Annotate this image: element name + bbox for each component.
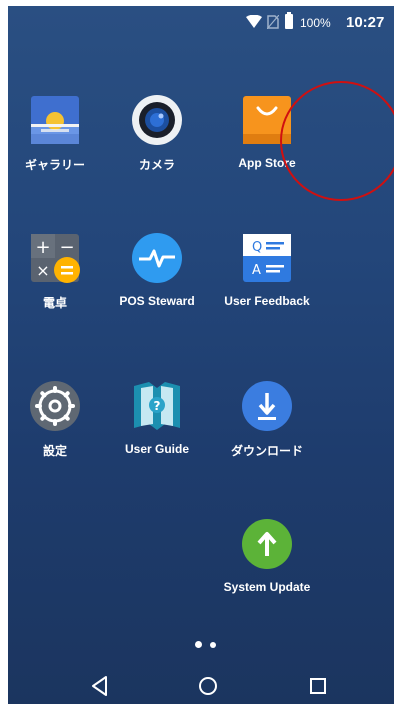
svg-text:×: × [36,261,49,280]
app-label: System Update [223,580,311,594]
gear-icon [30,381,80,431]
battery-icon [285,12,293,29]
camera-icon [132,95,182,145]
status-bar: 100% 10:27 [8,6,394,42]
app-label: User Feedback [224,294,310,308]
home-screen: 100% 10:27 ギャラリー カメラ App Store + − × 電卓 … [8,6,394,704]
app-user-guide[interactable]: ? User Guide [97,380,217,480]
highlight-ring [280,81,394,201]
guide-book-icon: ? [134,382,180,430]
calculator-icon: + − × [31,234,80,283]
svg-text:?: ? [154,399,161,413]
app-camera[interactable]: カメラ [97,94,217,194]
gallery-icon [31,96,79,144]
wifi-icon [246,15,262,28]
download-icon [242,381,292,431]
feedback-icon: Q A [243,234,291,282]
svg-text:−: − [59,237,74,258]
app-label: ダウンロード [230,444,303,458]
page-indicator [195,641,225,649]
app-pos-steward[interactable]: POS Steward [97,232,217,332]
back-icon[interactable] [86,672,114,700]
svg-text:+: + [35,237,50,258]
home-icon[interactable] [194,672,222,700]
nav-bar [8,666,394,704]
app-label: User Guide [124,442,190,456]
recents-icon[interactable] [304,672,332,700]
svg-text:Q: Q [252,240,262,255]
clock-time: 10:27 [346,14,385,31]
battery-percent: 100% [300,16,331,30]
app-label: POS Steward [119,294,195,308]
update-arrow-icon [242,519,292,569]
page-dot-active [195,641,202,648]
app-user-feedback[interactable]: Q A User Feedback [207,232,327,332]
svg-text:A: A [252,263,261,278]
app-system-update[interactable]: System Update [207,518,327,618]
app-downloads[interactable]: ダウンロード [207,380,327,480]
pulse-icon [132,233,182,283]
app-label: カメラ [138,158,175,172]
no-sim-icon [267,15,279,29]
page-dot [210,642,216,648]
